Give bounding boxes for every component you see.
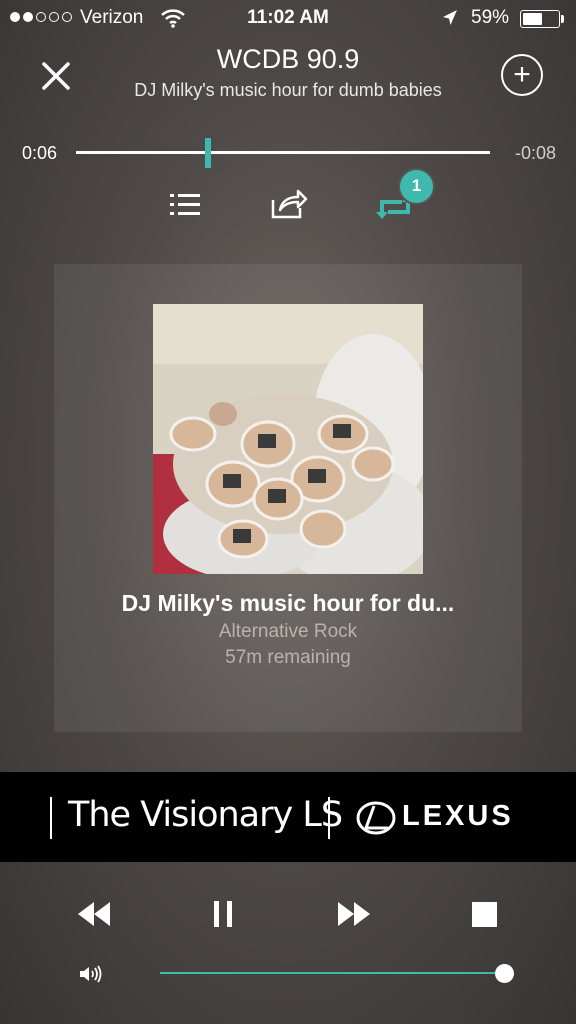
ad-divider [328, 797, 330, 839]
volume-slider[interactable] [160, 972, 504, 974]
battery-percent: 59% [471, 7, 510, 28]
ad-divider [50, 797, 52, 839]
progress-track[interactable] [76, 151, 490, 154]
elapsed-time: 0:06 [22, 143, 58, 163]
add-button[interactable]: + [501, 54, 543, 96]
battery-tip [561, 15, 564, 23]
now-playing-title: DJ Milky's music hour for du... [121, 590, 455, 616]
ad-tagline: The Visionary LS [68, 795, 343, 835]
now-playing-remaining: 57m remaining [225, 647, 351, 668]
battery-icon [520, 10, 560, 28]
progress-thumb[interactable] [205, 138, 212, 168]
location-arrow-icon [443, 10, 457, 25]
repost-count-badge: 1 [398, 168, 435, 205]
station-title: WCDB 90.9 [216, 44, 360, 74]
album-art[interactable] [153, 304, 423, 574]
share-icon[interactable] [270, 186, 308, 220]
stop-icon[interactable] [472, 902, 497, 927]
now-playing-genre: Alternative Rock [218, 621, 358, 642]
lexus-logo-icon [356, 801, 396, 835]
remaining-time: -0:08 [514, 143, 556, 163]
pause-icon[interactable] [205, 898, 241, 930]
status-bar: Verizon 11:02 AM 59% [0, 0, 576, 38]
list-icon[interactable] [168, 190, 202, 220]
station-subtitle: DJ Milky's music hour for dumb babies [134, 80, 442, 100]
volume-icon [80, 965, 102, 983]
plus-circle-icon: + [513, 58, 531, 91]
volume-knob[interactable] [495, 964, 514, 983]
ad-brand: LEXUS [402, 800, 514, 832]
rewind-icon[interactable] [76, 898, 112, 930]
fast-forward-icon[interactable] [336, 898, 372, 930]
